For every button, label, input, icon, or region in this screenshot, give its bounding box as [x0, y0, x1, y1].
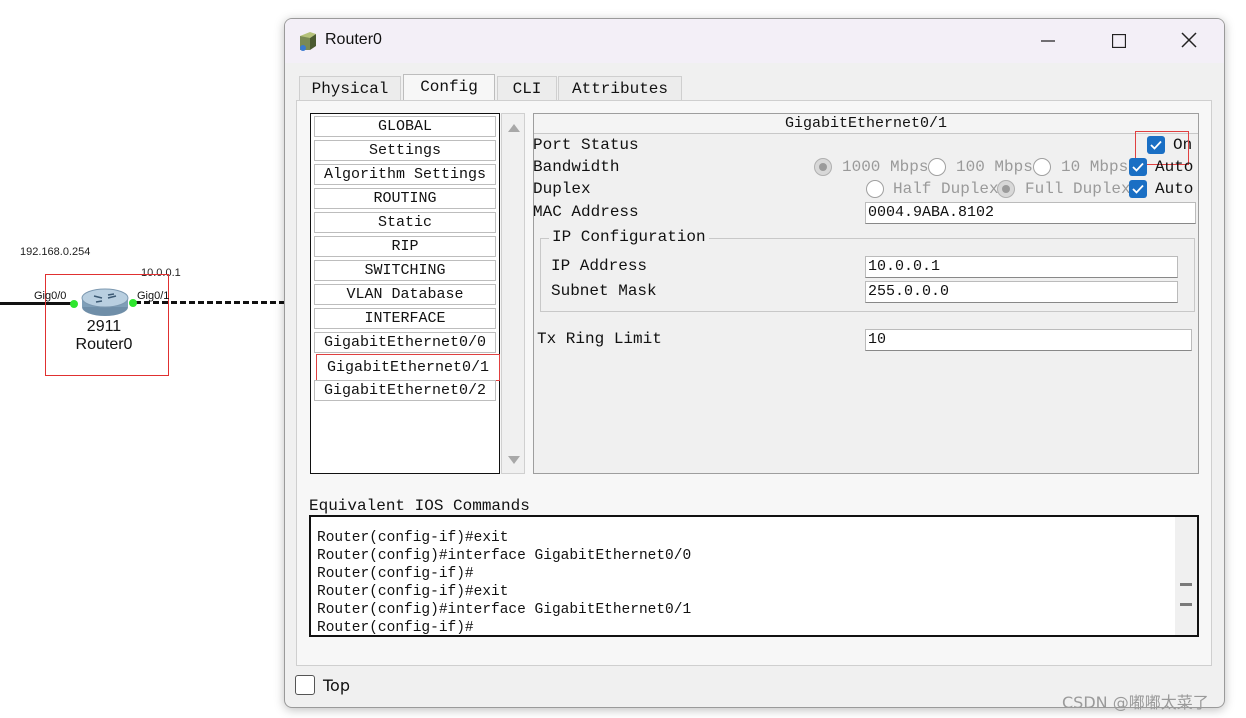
- ios-scrollbar[interactable]: [1175, 517, 1197, 635]
- bandwidth-100-label: 100 Mbps: [956, 158, 1033, 176]
- mac-address-field[interactable]: 0004.9ABA.8102: [865, 202, 1196, 224]
- router-model-label: 2911: [86, 318, 122, 335]
- port-status-dot-right: [129, 299, 137, 307]
- tx-ring-limit-field[interactable]: 10: [865, 329, 1192, 351]
- scroll-down-icon[interactable]: [508, 456, 520, 464]
- interface-header: GigabitEthernet0/1: [534, 114, 1198, 134]
- nav-item-algorithm-settings[interactable]: Algorithm Settings: [314, 164, 496, 185]
- ios-commands-text: Router(config-if)#exit Router(config)#int…: [317, 529, 691, 637]
- nav-item-interface[interactable]: INTERFACE: [314, 308, 496, 329]
- ios-line: Router(config)#interface GigabitEthernet…: [317, 602, 692, 618]
- subnet-mask-label: Subnet Mask: [551, 282, 657, 300]
- bandwidth-1000-radio[interactable]: [814, 158, 832, 176]
- maximize-icon: [1111, 33, 1127, 52]
- full-duplex-label: Full Duplex: [1025, 180, 1131, 198]
- port-status-dot-left: [70, 300, 78, 308]
- tab-cli[interactable]: CLI: [497, 76, 557, 100]
- ip-configuration-title: IP Configuration: [549, 228, 709, 246]
- watermark-text: CSDN @嘟嘟太菜了: [1062, 693, 1209, 712]
- bandwidth-10-label: 10 Mbps: [1061, 158, 1129, 176]
- nav-item-static[interactable]: Static: [314, 212, 496, 233]
- nav-item-gig0-1[interactable]: GigabitEthernet0/1: [316, 354, 500, 381]
- ios-line: Router(config-if)#exit: [317, 530, 509, 546]
- bandwidth-10-radio[interactable]: [1033, 158, 1051, 176]
- config-nav-list: GLOBAL Settings Algorithm Settings ROUTI…: [310, 113, 500, 474]
- top-checkbox-label[interactable]: Top: [323, 676, 350, 695]
- ip-address-field[interactable]: 10.0.0.1: [865, 256, 1178, 278]
- minimize-button[interactable]: [1025, 27, 1071, 57]
- tab-physical[interactable]: Physical: [299, 76, 401, 100]
- half-duplex-label: Half Duplex: [893, 180, 999, 198]
- port-label-right: Gig0/1: [137, 290, 170, 302]
- nav-item-routing[interactable]: ROUTING: [314, 188, 496, 209]
- full-duplex-radio[interactable]: [997, 180, 1015, 198]
- bandwidth-auto-label: Auto: [1155, 158, 1194, 176]
- duplex-auto-checkbox[interactable]: [1129, 180, 1147, 198]
- nav-scrollbar[interactable]: [501, 113, 525, 474]
- ios-line: Router(config-if)#exit: [317, 584, 509, 600]
- tab-attributes[interactable]: Attributes: [558, 76, 682, 100]
- duplex-auto-label: Auto: [1155, 180, 1194, 198]
- scroll-up-icon[interactable]: [508, 124, 520, 132]
- nav-item-rip[interactable]: RIP: [314, 236, 496, 257]
- close-icon: [1181, 32, 1197, 52]
- ios-line: Router(config-if)#: [317, 620, 474, 636]
- mac-address-label: MAC Address: [533, 203, 639, 221]
- bandwidth-1000-label: 1000 Mbps: [842, 158, 929, 176]
- nav-item-switching[interactable]: SWITCHING: [314, 260, 496, 281]
- ios-line: Router(config)#interface GigabitEthernet…: [317, 548, 692, 564]
- title-bar[interactable]: Router0: [285, 19, 1224, 63]
- maximize-button[interactable]: [1096, 27, 1142, 57]
- check-icon: [1132, 162, 1144, 172]
- port-status-label: Port Status: [533, 136, 639, 154]
- bandwidth-auto-checkbox[interactable]: [1129, 158, 1147, 176]
- scroll-grip-icon: [1180, 603, 1192, 606]
- bandwidth-label: Bandwidth: [533, 158, 620, 176]
- ios-line: Router(config-if)#: [317, 566, 474, 582]
- tab-config[interactable]: Config: [403, 74, 495, 101]
- ip-address-label[interactable]: IP Address: [551, 257, 647, 275]
- nav-item-global[interactable]: GLOBAL: [314, 116, 496, 137]
- subnet-mask-field[interactable]: 255.0.0.0: [865, 281, 1178, 303]
- nav-item-vlan-database[interactable]: VLAN Database: [314, 284, 496, 305]
- nav-item-settings[interactable]: Settings: [314, 140, 496, 161]
- window-title: Router0: [325, 31, 382, 48]
- duplex-label: Duplex: [533, 180, 591, 198]
- ios-commands-box[interactable]: Router(config-if)#exit Router(config)#int…: [309, 515, 1199, 637]
- ios-commands-title: Equivalent IOS Commands: [309, 497, 530, 515]
- tx-ring-limit-label: Tx Ring Limit: [537, 330, 662, 348]
- router-name-label: Router0: [75, 336, 133, 353]
- nav-item-gig0-2[interactable]: GigabitEthernet0/2: [314, 380, 496, 401]
- port-label-left: Gig0/0: [34, 290, 67, 302]
- left-network-ip: 192.168.0.254: [20, 246, 91, 258]
- scroll-grip-icon: [1180, 583, 1192, 586]
- close-button[interactable]: [1166, 27, 1212, 57]
- nav-item-gig0-0[interactable]: GigabitEthernet0/0: [314, 332, 496, 353]
- bandwidth-100-radio[interactable]: [928, 158, 946, 176]
- router-icon[interactable]: [80, 287, 130, 321]
- minimize-icon: [1041, 33, 1055, 52]
- check-icon: [1132, 184, 1144, 194]
- half-duplex-radio[interactable]: [866, 180, 884, 198]
- router-config-window: Router0 Physical Config CLI Attributes G…: [284, 18, 1225, 708]
- packet-tracer-app-icon: [298, 30, 318, 56]
- top-checkbox[interactable]: [295, 675, 315, 695]
